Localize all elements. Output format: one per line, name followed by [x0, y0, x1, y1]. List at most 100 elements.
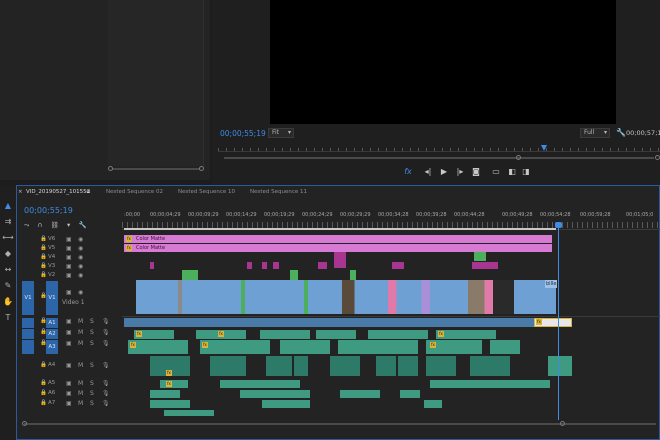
lock-icon[interactable]: 🔒 — [40, 362, 47, 368]
mute-button[interactable]: M — [78, 340, 83, 347]
solo-button[interactable]: S — [90, 390, 94, 397]
playback-resolution-dropdown[interactable]: Full ▾ — [580, 128, 610, 138]
source-patch-a2[interactable] — [22, 329, 34, 339]
track-header-a1[interactable]: 🔒 A1 ▣ M S 🎙 — [18, 318, 122, 328]
sync-lock-icon[interactable]: ▣ — [66, 390, 72, 397]
clip-audio[interactable] — [470, 356, 510, 376]
solo-button[interactable]: S — [90, 329, 94, 336]
voiceover-mic-icon[interactable]: 🎙 — [102, 362, 110, 369]
track-target-a1[interactable]: A1 — [46, 318, 58, 328]
clip-audio[interactable] — [262, 400, 310, 408]
clip-audio[interactable] — [436, 330, 496, 339]
sync-lock-icon[interactable]: ▣ — [66, 236, 72, 243]
source-patch-a3[interactable] — [22, 340, 34, 354]
voiceover-mic-icon[interactable]: 🎙 — [102, 340, 110, 347]
lock-icon[interactable]: 🔒 — [40, 272, 47, 278]
razor-tool-icon[interactable]: ◆ — [2, 249, 14, 258]
clip-small[interactable] — [273, 262, 279, 269]
solo-button[interactable]: S — [90, 362, 94, 369]
track-header-v3[interactable]: 🔒 V3 ▣ ◉ — [18, 263, 122, 271]
tab-active-sequence[interactable]: VID_20190527_101552 — [26, 189, 90, 195]
nest-icon[interactable]: ⤳ — [24, 221, 29, 229]
mute-button[interactable]: M — [78, 390, 83, 397]
tab-nested-sequence-11[interactable]: Nested Sequence 11 — [250, 189, 307, 195]
sync-lock-icon[interactable]: ▣ — [66, 329, 72, 336]
timeline-settings-icon[interactable]: 🔧 — [79, 221, 87, 229]
lock-icon[interactable]: 🔒 — [40, 254, 47, 260]
zoom-fit-dropdown[interactable]: Fit ▾ — [268, 128, 294, 138]
fx-icon[interactable]: fx — [402, 167, 414, 176]
clip-nested[interactable] — [182, 270, 198, 280]
clip-small[interactable] — [150, 262, 154, 269]
timeline-timecode[interactable]: 00;00;55;19 — [24, 206, 73, 215]
lock-icon[interactable]: 🔒 — [40, 390, 47, 396]
clip-small[interactable] — [334, 252, 346, 268]
eye-icon[interactable]: ◉ — [78, 254, 83, 261]
add-marker-icon[interactable]: ▾ — [67, 221, 70, 229]
work-area-bar[interactable] — [124, 228, 556, 230]
track-select-icon[interactable]: ⇉ — [2, 217, 14, 226]
clip-audio[interactable] — [400, 390, 420, 398]
program-time-ruler[interactable] — [218, 142, 660, 152]
clip-audio[interactable] — [150, 400, 190, 408]
linked-selection-icon[interactable]: ⛓ — [51, 221, 59, 229]
camera-icon[interactable]: ◙ — [470, 167, 482, 176]
clip-nested[interactable] — [474, 252, 486, 261]
clip-audio[interactable] — [430, 380, 550, 388]
clip-audio[interactable] — [160, 380, 188, 388]
lock-icon[interactable]: 🔒 — [40, 263, 47, 269]
lock-icon[interactable]: 🔒 — [40, 245, 47, 251]
solo-button[interactable]: S — [90, 400, 94, 407]
clip-audio[interactable] — [128, 340, 188, 354]
clip-audio[interactable] — [164, 410, 214, 416]
program-zoom-scrollbar[interactable] — [218, 155, 660, 161]
sync-lock-icon[interactable]: ▣ — [66, 380, 72, 387]
track-header-a5[interactable]: 🔒 A5 ▣ M S 🎙 — [18, 380, 122, 389]
track-header-v6[interactable]: 🔒 V6 ▣ ◉ — [18, 236, 122, 244]
lock-icon[interactable]: 🔒 — [40, 380, 47, 386]
tab-nested-sequence-10[interactable]: Nested Sequence 10 — [178, 189, 235, 195]
clip-audio[interactable] — [150, 390, 180, 398]
program-timecode[interactable]: 00;00;55;19 — [220, 129, 266, 138]
hand-tool-icon[interactable]: ✋ — [2, 297, 14, 306]
track-header-v4[interactable]: 🔒 V4 ▣ ◉ — [18, 254, 122, 262]
track-target-a2[interactable]: A2 — [46, 329, 58, 339]
tab-close-icon[interactable]: × — [18, 189, 23, 195]
voiceover-mic-icon[interactable]: 🎙 — [102, 400, 110, 407]
source-scrollbar[interactable] — [108, 166, 204, 172]
clip-audio[interactable] — [316, 330, 356, 339]
track-header-a3[interactable]: 🔒 A3 ▣ M S 🎙 — [18, 340, 122, 354]
clip-audio[interactable] — [294, 356, 308, 376]
track-header-a6[interactable]: 🔒 A6 ▣ M S 🎙 — [18, 390, 122, 399]
eye-icon[interactable]: ◉ — [78, 263, 83, 270]
step-back-icon[interactable]: ◂| — [422, 167, 434, 176]
mute-button[interactable]: M — [78, 329, 83, 336]
comparison-view-icon[interactable]: ▭ — [490, 167, 502, 176]
clip-small[interactable] — [392, 262, 404, 269]
sync-lock-icon[interactable]: ▣ — [66, 263, 72, 270]
mute-button[interactable]: M — [78, 362, 83, 369]
clip-audio[interactable] — [340, 390, 380, 398]
clip-audio[interactable] — [330, 356, 360, 376]
mute-button[interactable]: M — [78, 318, 83, 325]
clip-audio[interactable] — [338, 340, 418, 354]
mute-button[interactable]: M — [78, 400, 83, 407]
sync-lock-icon[interactable]: ▣ — [66, 400, 72, 407]
voiceover-mic-icon[interactable]: 🎙 — [102, 390, 110, 397]
wrench-icon[interactable]: 🔧 — [616, 128, 626, 137]
track-header-v2[interactable]: 🔒 V2 ▣ ◉ — [18, 272, 122, 280]
track-header-a7[interactable]: 🔒 A7 ▣ M S 🎙 — [18, 400, 122, 409]
timeline-horizontal-scrollbar[interactable] — [20, 421, 660, 427]
clip-audio[interactable] — [426, 356, 456, 376]
tab-menu-icon[interactable]: ≡ — [86, 189, 91, 195]
clip-audio-a1[interactable] — [124, 318, 534, 327]
lock-icon[interactable]: 🔒 — [40, 236, 47, 242]
clip-audio[interactable] — [548, 356, 572, 376]
eye-icon[interactable]: ◉ — [78, 272, 83, 279]
eye-icon[interactable]: ◉ — [78, 236, 83, 243]
vr-icon[interactable]: ◨ — [520, 167, 532, 176]
solo-button[interactable]: S — [90, 380, 94, 387]
clip-color-matte[interactable]: Color Matte — [124, 244, 552, 252]
track-target-v1[interactable]: V1 — [46, 281, 58, 315]
sync-lock-icon[interactable]: ▣ — [66, 362, 72, 369]
